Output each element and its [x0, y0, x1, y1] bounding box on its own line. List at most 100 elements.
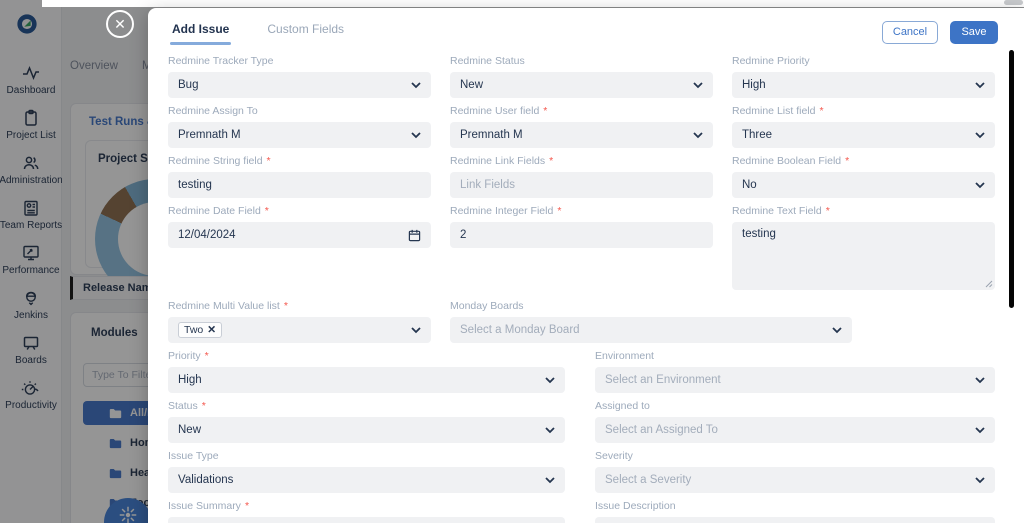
field-label: Redmine Assign To	[168, 105, 258, 117]
required-marker: *	[266, 155, 271, 167]
field-assigned-to: Assigned to Select an Assigned To	[595, 400, 995, 443]
redmine-assign-to-select[interactable]: Premnath M	[168, 122, 431, 148]
field-label: Redmine Multi Value list	[168, 300, 280, 312]
chevron-down-icon	[545, 476, 555, 483]
field-label: Severity	[595, 450, 633, 462]
modal-scrollbar-thumb[interactable]	[1009, 50, 1014, 308]
field-monday-boards: Monday Boards Select a Monday Board	[450, 300, 852, 343]
required-marker: *	[283, 300, 288, 312]
field-issue-summary: Issue Summary *	[168, 500, 565, 523]
close-icon: ✕	[114, 16, 126, 32]
field-label: Issue Summary	[168, 500, 241, 512]
redmine-priority-select[interactable]: High	[732, 72, 995, 98]
redmine-tracker-type-select[interactable]: Bug	[168, 72, 431, 98]
field-redmine-list-field: Redmine List field * Three	[732, 105, 995, 148]
required-marker: *	[825, 205, 830, 217]
status-select[interactable]: New	[168, 417, 565, 443]
field-label: Issue Type	[168, 450, 219, 462]
chevron-down-icon	[411, 326, 421, 333]
cancel-button[interactable]: Cancel	[882, 21, 938, 44]
field-label: Redmine Integer Field	[450, 205, 554, 217]
tab-custom-fields[interactable]: Custom Fields	[267, 22, 344, 45]
chevron-down-icon	[975, 81, 985, 88]
required-marker: *	[543, 105, 548, 117]
required-marker: *	[244, 500, 250, 512]
close-modal-button[interactable]: ✕	[106, 10, 134, 38]
chevron-down-icon	[975, 426, 985, 433]
field-priority: Priority * High	[168, 350, 565, 393]
field-redmine-text-field: Redmine Text Field * testing	[732, 205, 995, 290]
tab-add-issue[interactable]: Add Issue	[169, 22, 232, 45]
redmine-text-field-textarea[interactable]: testing	[732, 222, 995, 290]
chevron-down-icon	[975, 131, 985, 138]
chevron-down-icon	[411, 131, 421, 138]
field-label: Redmine Date Field	[168, 205, 261, 217]
field-label: Assigned to	[595, 400, 650, 412]
chevron-down-icon	[975, 181, 985, 188]
field-label: Monday Boards	[450, 300, 524, 312]
priority-select[interactable]: High	[168, 367, 565, 393]
field-label: Issue Description	[595, 500, 676, 512]
chip-remove-icon[interactable]: ✕	[207, 324, 216, 336]
field-severity: Severity Select a Severity	[595, 450, 995, 493]
field-label: Redmine Tracker Type	[168, 55, 274, 67]
field-label: Redmine Link Fields	[450, 155, 546, 167]
selected-value-chip: Two ✕	[178, 322, 223, 338]
redmine-string-field-input[interactable]: testing	[168, 172, 431, 198]
redmine-date-field-input[interactable]: 12/04/2024	[168, 222, 431, 248]
field-issue-type: Issue Type Validations	[168, 450, 565, 493]
chevron-down-icon	[693, 131, 703, 138]
required-marker: *	[557, 205, 562, 217]
resize-grip-icon[interactable]	[985, 280, 993, 288]
field-label: Redmine List field	[732, 105, 816, 117]
field-label: Redmine Status	[450, 55, 525, 67]
redmine-status-select[interactable]: New	[450, 72, 713, 98]
field-redmine-date-field: Redmine Date Field * 12/04/2024	[168, 205, 431, 290]
chevron-down-icon	[975, 476, 985, 483]
redmine-user-field-select[interactable]: Premnath M	[450, 122, 713, 148]
field-status: Status * New	[168, 400, 565, 443]
required-marker: *	[549, 155, 554, 167]
add-issue-form: Redmine Tracker Type Bug Redmine Status …	[168, 55, 995, 523]
assigned-to-select[interactable]: Select an Assigned To	[595, 417, 995, 443]
field-label: Priority	[168, 350, 201, 362]
environment-select[interactable]: Select an Environment	[595, 367, 995, 393]
issue-type-select[interactable]: Validations	[168, 467, 565, 493]
redmine-multi-value-select[interactable]: Two ✕	[168, 317, 431, 343]
chevron-down-icon	[975, 376, 985, 383]
chevron-down-icon	[545, 376, 555, 383]
chevron-down-icon	[832, 326, 842, 333]
issue-summary-input[interactable]	[168, 517, 565, 523]
field-label: Redmine Text Field	[732, 205, 822, 217]
field-redmine-priority: Redmine Priority High	[732, 55, 995, 98]
page-scrollbar-top	[1004, 0, 1023, 5]
field-redmine-user-field: Redmine User field * Premnath M	[450, 105, 713, 148]
required-marker: *	[201, 400, 206, 412]
save-button[interactable]: Save	[950, 21, 998, 44]
calendar-icon	[408, 229, 421, 241]
field-redmine-tracker-type: Redmine Tracker Type Bug	[168, 55, 431, 98]
monday-boards-select[interactable]: Select a Monday Board	[450, 317, 852, 343]
required-marker: *	[204, 350, 209, 362]
redmine-integer-field-input[interactable]: 2	[450, 222, 713, 248]
severity-select[interactable]: Select a Severity	[595, 467, 995, 493]
field-label: Redmine Boolean Field	[732, 155, 842, 167]
field-redmine-multi-value-list: Redmine Multi Value list * Two ✕	[168, 300, 431, 343]
field-label: Redmine User field	[450, 105, 540, 117]
field-label: Environment	[595, 350, 654, 362]
chevron-down-icon	[693, 81, 703, 88]
issue-description-input[interactable]	[595, 517, 995, 523]
top-strip	[42, 0, 1024, 7]
required-marker: *	[845, 155, 850, 167]
redmine-link-fields-input[interactable]: Link Fields	[450, 172, 713, 198]
field-redmine-string-field: Redmine String field * testing	[168, 155, 431, 198]
chevron-down-icon	[545, 426, 555, 433]
required-marker: *	[264, 205, 269, 217]
chevron-down-icon	[411, 81, 421, 88]
redmine-list-field-select[interactable]: Three	[732, 122, 995, 148]
field-environment: Environment Select an Environment	[595, 350, 995, 393]
redmine-boolean-field-select[interactable]: No	[732, 172, 995, 198]
field-redmine-integer-field: Redmine Integer Field * 2	[450, 205, 713, 290]
field-label: Status	[168, 400, 198, 412]
field-label: Redmine String field	[168, 155, 263, 167]
